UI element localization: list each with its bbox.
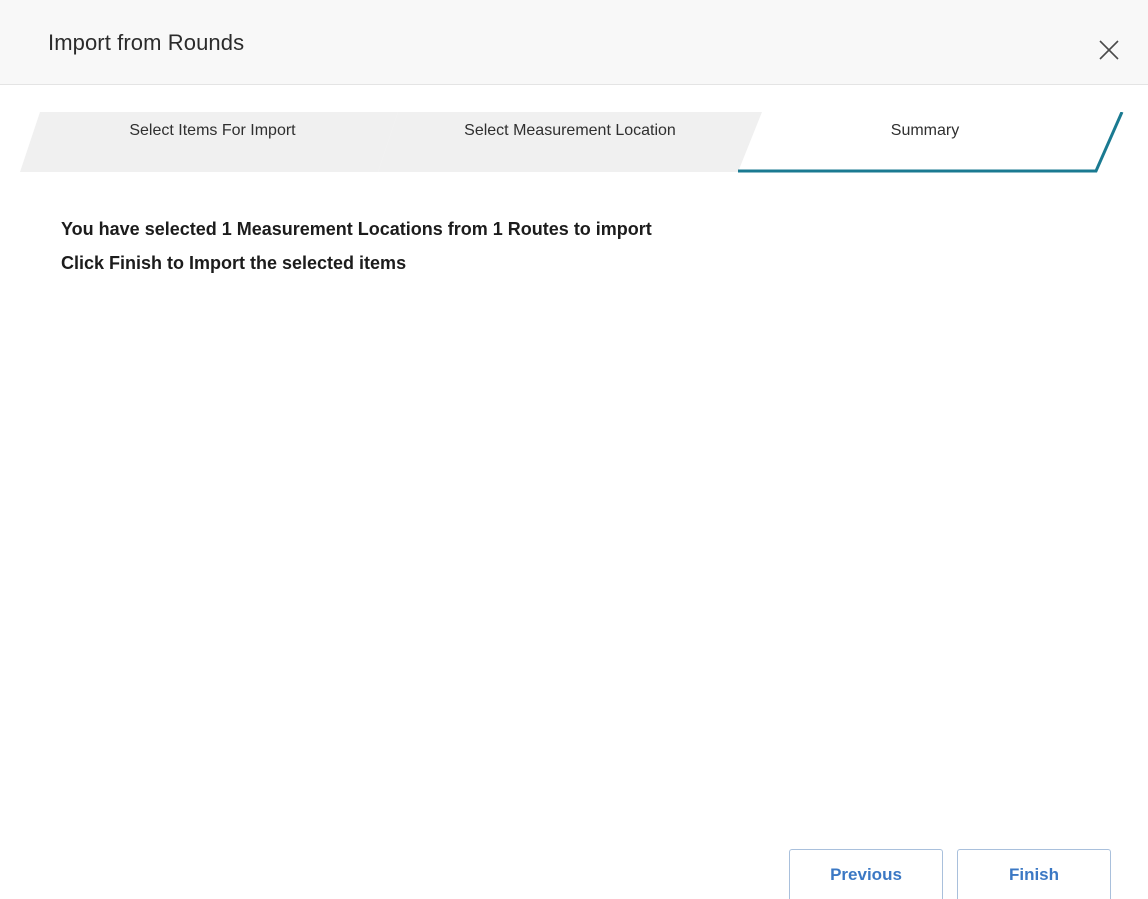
step-shape-select-location (378, 112, 762, 172)
step-select-measurement-location[interactable]: Select Measurement Location (420, 122, 720, 142)
step-select-items-for-import[interactable]: Select Items For Import (70, 122, 355, 142)
import-from-rounds-dialog: Import from Rounds Select Items For Impo… (0, 0, 1148, 899)
step-summary[interactable]: Summary (780, 122, 1070, 142)
dialog-header: Import from Rounds (0, 0, 1148, 85)
finish-button[interactable]: Finish (957, 849, 1111, 899)
summary-selection-text: You have selected 1 Measurement Location… (61, 219, 652, 239)
close-button[interactable] (1096, 37, 1122, 63)
summary-content: You have selected 1 Measurement Location… (61, 212, 652, 280)
previous-button[interactable]: Previous (789, 849, 943, 899)
wizard-stepper: Select Items For Import Select Measureme… (0, 112, 1148, 174)
step-shape-select-items (20, 112, 398, 172)
close-icon (1099, 40, 1119, 60)
summary-instruction-text: Click Finish to Import the selected item… (61, 253, 407, 273)
dialog-title: Import from Rounds (48, 30, 245, 55)
